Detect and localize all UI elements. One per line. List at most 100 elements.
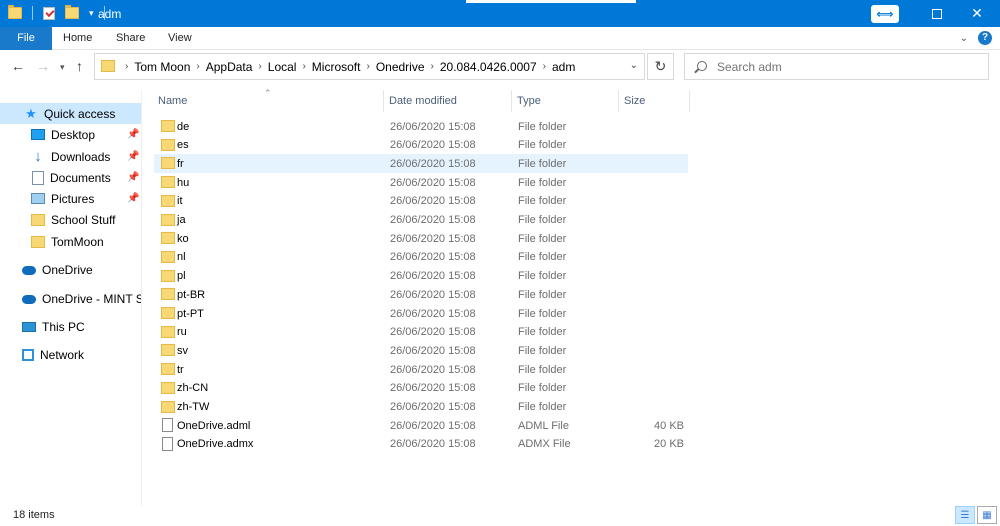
nav-network[interactable]: Network	[0, 344, 141, 365]
nav-this-pc[interactable]: This PC	[0, 316, 141, 337]
file-type: File folder	[518, 288, 567, 301]
column-header-date[interactable]: Date modified	[385, 90, 512, 112]
file-type: File folder	[518, 251, 567, 264]
file-row[interactable]: ko 26/06/2020 15:08 File folder	[154, 229, 688, 248]
column-header-size[interactable]: Size	[620, 90, 690, 112]
computer-icon	[22, 321, 36, 332]
breadcrumb-item[interactable]: Local	[268, 60, 297, 74]
column-header-name[interactable]: ⌃ Name	[154, 88, 384, 112]
recent-locations-icon[interactable]: ▾	[60, 62, 65, 73]
tab-file[interactable]: File	[0, 27, 52, 50]
chevron-right-icon[interactable]: ›	[366, 61, 369, 72]
nav-onedrive-mint[interactable]: OneDrive - MINT Sup	[0, 288, 141, 309]
nav-pictures[interactable]: Pictures 📌	[0, 188, 141, 209]
maximize-icon	[932, 8, 942, 19]
tab-view[interactable]: View	[168, 27, 192, 50]
breadcrumb-item[interactable]: AppData	[206, 60, 253, 74]
nav-documents[interactable]: Documents 📌	[0, 167, 141, 188]
nav-tommoon[interactable]: TomMoon	[0, 231, 141, 252]
folder-icon	[31, 235, 45, 248]
nav-item-label: Desktop	[51, 127, 96, 142]
file-date: 26/06/2020 15:08	[390, 251, 476, 264]
expand-ribbon-icon[interactable]: ⌄	[960, 33, 968, 44]
file-row[interactable]: es 26/06/2020 15:08 File folder	[154, 136, 688, 155]
folder-icon	[161, 344, 175, 357]
nav-onedrive[interactable]: OneDrive	[0, 259, 141, 280]
nav-quick-access[interactable]: ★ Quick access	[0, 103, 141, 124]
file-row[interactable]: fr 26/06/2020 15:08 File folder	[154, 154, 688, 174]
file-row[interactable]: it 26/06/2020 15:08 File folder	[154, 192, 688, 211]
chevron-right-icon[interactable]: ›	[125, 61, 128, 72]
address-bar[interactable]: › Tom Moon › AppData › Local › Microsoft…	[94, 53, 645, 80]
breadcrumb-item[interactable]: 20.084.0426.0007	[440, 60, 537, 74]
sort-ascending-icon: ⌃	[264, 88, 272, 98]
chevron-right-icon[interactable]: ›	[258, 61, 261, 72]
cloud-icon	[22, 295, 36, 304]
up-arrow-icon[interactable]: ↑	[76, 58, 83, 74]
ribbon-tabs: File Home Share View ⌄ ?	[0, 27, 1000, 50]
details-view-button[interactable]: ☰	[955, 506, 975, 524]
file-date: 26/06/2020 15:08	[390, 176, 476, 189]
chevron-right-icon[interactable]: ›	[431, 61, 434, 72]
help-icon[interactable]: ?	[978, 31, 992, 45]
file-type: File folder	[518, 195, 567, 208]
pin-icon[interactable]: 📌	[127, 129, 139, 140]
large-icons-view-button[interactable]: ▦	[977, 506, 997, 524]
pane-divider[interactable]	[141, 90, 142, 506]
tab-home[interactable]: Home	[63, 27, 92, 50]
file-date: 26/06/2020 15:08	[390, 270, 476, 283]
cloud-icon	[22, 266, 36, 275]
column-label: Size	[624, 95, 646, 107]
tab-share[interactable]: Share	[116, 27, 145, 50]
file-row[interactable]: OneDrive.admx 26/06/2020 15:08 ADMX File 20…	[154, 435, 688, 454]
pin-icon[interactable]: 📌	[127, 172, 139, 183]
file-row[interactable]: pt-PT 26/06/2020 15:08 File folder	[154, 304, 688, 323]
file-type: File folder	[518, 120, 567, 133]
chevron-right-icon[interactable]: ›	[543, 61, 546, 72]
navigation-pane: ★ Quick access Desktop 📌 ↓ Downloads 📌 D…	[0, 90, 141, 506]
nav-item-label: Downloads	[51, 149, 111, 164]
minimize-button[interactable]: ⟺	[862, 0, 908, 27]
file-row[interactable]: zh-TW 26/06/2020 15:08 File folder	[154, 398, 688, 417]
close-button[interactable]: ✕	[954, 0, 1000, 27]
chevron-right-icon[interactable]: ›	[302, 61, 305, 72]
refresh-button[interactable]: ↻	[647, 53, 674, 80]
file-row[interactable]: zh-CN 26/06/2020 15:08 File folder	[154, 379, 688, 398]
file-date: 26/06/2020 15:08	[390, 139, 476, 152]
close-icon: ✕	[971, 5, 983, 21]
chevron-down-icon[interactable]: ⌄	[630, 60, 638, 71]
breadcrumb-item[interactable]: Onedrive	[376, 60, 425, 74]
file-name: fr	[177, 157, 184, 170]
search-input[interactable]	[717, 58, 977, 76]
breadcrumb-item[interactable]: adm	[552, 60, 575, 74]
nav-desktop[interactable]: Desktop 📌	[0, 124, 141, 145]
new-folder-icon[interactable]	[65, 5, 79, 19]
file-row[interactable]: de 26/06/2020 15:08 File folder	[154, 117, 688, 136]
file-row[interactable]: tr 26/06/2020 15:08 File folder	[154, 360, 688, 379]
back-arrow-icon[interactable]: ←	[11, 58, 25, 74]
nav-downloads[interactable]: ↓ Downloads 📌	[0, 146, 141, 167]
search-box[interactable]	[684, 53, 989, 80]
breadcrumb-item[interactable]: Microsoft	[312, 60, 361, 74]
file-row[interactable]: ja 26/06/2020 15:08 File folder	[154, 211, 688, 230]
customize-toolbar-icon[interactable]: ▾	[89, 8, 94, 19]
file-row[interactable]: pt-BR 26/06/2020 15:08 File folder	[154, 285, 688, 304]
file-row[interactable]: ru 26/06/2020 15:08 File folder	[154, 323, 688, 342]
folder-icon	[161, 176, 175, 189]
forward-arrow-icon[interactable]: →	[36, 58, 50, 74]
file-row[interactable]: OneDrive.adml 26/06/2020 15:08 ADML File 40…	[154, 416, 688, 435]
column-header-type[interactable]: Type	[513, 90, 619, 112]
folder-icon[interactable]	[8, 5, 22, 19]
file-type: File folder	[518, 363, 567, 376]
file-row[interactable]: pl 26/06/2020 15:08 File folder	[154, 267, 688, 286]
file-row[interactable]: sv 26/06/2020 15:08 File folder	[154, 341, 688, 360]
breadcrumb-item[interactable]: Tom Moon	[134, 60, 190, 74]
properties-icon[interactable]	[43, 6, 55, 20]
file-row[interactable]: nl 26/06/2020 15:08 File folder	[154, 248, 688, 267]
nav-school-stuff[interactable]: School Stuff	[0, 209, 141, 230]
file-row[interactable]: hu 26/06/2020 15:08 File folder	[154, 173, 688, 192]
pin-icon[interactable]: 📌	[127, 151, 139, 162]
chevron-right-icon[interactable]: ›	[196, 61, 199, 72]
pin-icon[interactable]: 📌	[127, 193, 139, 204]
file-type: File folder	[518, 270, 567, 283]
